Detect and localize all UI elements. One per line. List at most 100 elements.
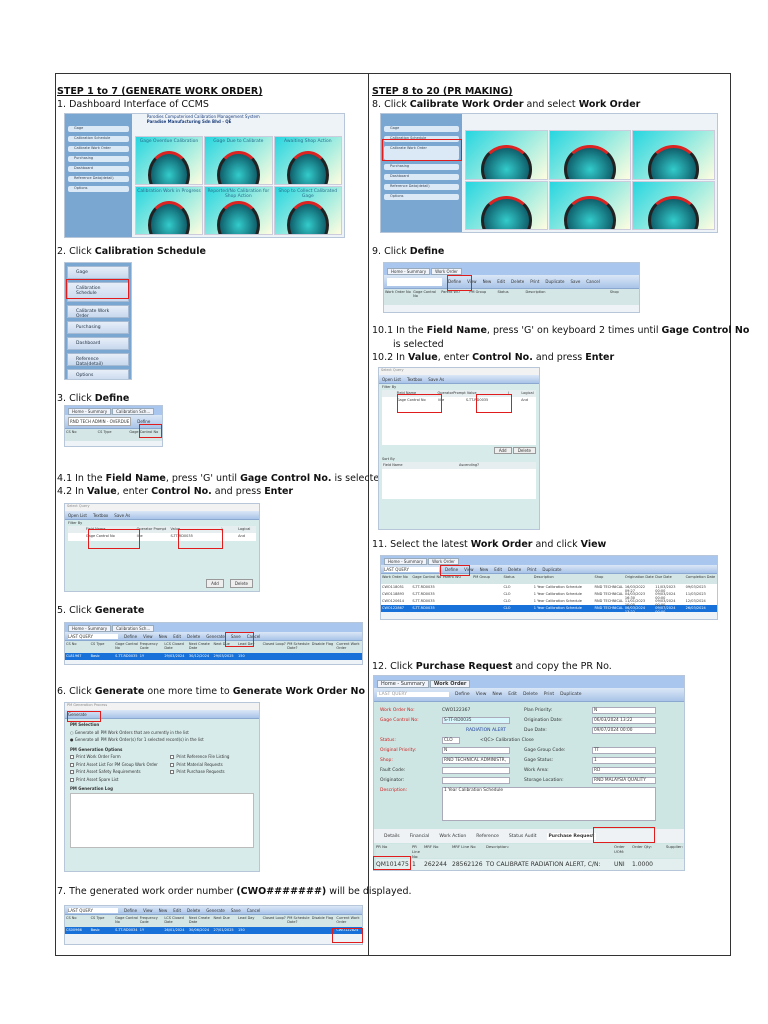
menu-calibrate-work-order[interactable]: Calibrate Work Order [68,146,129,152]
gage-control-input[interactable]: S-TT-RD0035 [442,717,510,724]
menu-reference[interactable]: Reference Data(detail) [68,176,129,182]
gauge-due: Gage Due to Calibrate [204,136,273,185]
menu-gage[interactable]: Gage [68,126,129,132]
menu-gage[interactable]: Gage [67,266,129,279]
gauge-in-progress [465,180,548,230]
add-button[interactable]: Add [206,579,224,588]
table-row[interactable]: CL81967 Basic S-TT-RD0035 1Y 29/03/2024 30/12… [65,653,362,660]
select-query-dialog-2: Select Query Open List Textbox Save As Fil… [378,367,540,530]
menu-gage[interactable]: Gage [384,126,459,132]
checkbox-option[interactable]: Print Work Order Form [70,753,170,761]
add-button[interactable]: Add [493,447,512,454]
gauge-due [548,130,632,180]
step-4-2: 4.2 In Value, enter Control No. and pres… [57,486,294,497]
step-9: 9. Click Define [372,246,445,257]
left-header: STEP 1 to 7 (GENERATE WORK ORDER) [57,86,263,97]
gauge-shop-collect [632,180,715,230]
step-6: 6. Click Generate one more time to Gener… [57,686,365,697]
pm-generation-dialog: PM Generation Process Generate PM Select… [64,702,260,872]
highlight-purchase-request [593,827,655,843]
tab-purchase-request[interactable]: Purchase Request [546,832,597,840]
sidebar-menu: Gage Calibration Schedule Calibrate Work… [65,114,132,237]
step-10-2: 10.2 In Value, enter Control No. and pre… [372,352,615,363]
checkbox-option[interactable]: Print Reference File Listing [170,753,254,761]
menu-purchasing[interactable]: Purchasing [67,321,129,334]
highlight-calibration-schedule [66,279,129,299]
highlight-generate [225,632,254,647]
tab-home[interactable]: Home - Summary [377,680,429,688]
delete-button[interactable]: Delete [229,579,253,588]
dashboard-screenshot-2: Gage Calibration Schedule Calibrate Work… [380,113,718,233]
table-row[interactable]: CWO122867 S-TT-RD0035 CLO 1 Year Calibratio… [381,605,717,614]
step-2: 2. Click Calibration Schedule [57,246,206,257]
menu-dashboard[interactable]: Dashboard [67,337,129,350]
menu-options[interactable]: Options [67,369,129,379]
checkbox-option[interactable]: Print Asset Spare List [70,776,170,784]
highlight-pm-generate [67,711,101,722]
gauge-reported: Reported/No Calibration for Shop Action [204,186,273,235]
table-row[interactable]: CWO118893 S-TT-RD0035 CLO 1 Year Calibratio… [381,591,717,600]
step-5: 5. Click Generate [57,605,145,616]
pm-log-area[interactable] [70,792,254,848]
tab-details[interactable]: Details [384,834,400,839]
step-8: 8. Click Calibrate Work Order and select… [372,99,641,110]
menu-purchasing[interactable]: Purchasing [384,164,459,170]
tab-work-order[interactable]: Work Order [429,680,471,688]
step-12: 12. Click Purchase Request and copy the … [372,661,612,672]
wo-list-screenshot: Home - Summary Work Order LAST QUERY Defin… [380,555,718,620]
step-10-1: 10.1 In the Field Name, press 'G' on key… [372,325,750,336]
highlight-current-wo [332,928,363,943]
highlight-value-2 [476,394,512,413]
table-row[interactable]: CS00966 Basic S-TT-RD0034 1Y 26/01/2024 30/06… [65,927,362,934]
highlight-pr-no [373,856,411,870]
checkbox-option[interactable]: Print Asset List For PM Group Work Order [70,761,170,769]
tab-financial[interactable]: Financial [410,834,430,839]
gauge-awaiting-shop [632,130,715,180]
menu-dashboard[interactable]: Dashboard [68,166,129,172]
generated-wo-screenshot: LAST QUERY Define View New Edit Delete Generat… [64,905,363,945]
dashboard-screenshot: Gage Calibration Schedule Calibrate Work… [64,113,345,238]
table-row[interactable]: CWO118051 S-TT-RD0035 CLO 1 Year Calibratio… [381,584,717,593]
step-1: 1. Dashboard Interface of CCMS [57,99,209,110]
menu-reference[interactable]: Reference Data(detail) [384,184,459,190]
step-10-1-cont: is selected [393,339,444,350]
highlight-field-name [88,529,140,549]
generate-screenshot: Home - Summary Calibration Sch... LAST QU… [64,622,363,665]
app-title: Paradise Manufacturing Sdn Bhd - QE [146,119,232,124]
highlight-value [178,529,223,549]
highlight-view [440,565,470,576]
radio-selected[interactable]: ● Generate all PM Work Order(s) for 1 se… [70,736,254,744]
menu-calibration-schedule[interactable]: Calibration Schedule [68,136,129,142]
menu-purchasing[interactable]: Purchasing [68,156,129,162]
gauge-awaiting-shop: Awaiting Shop Action [273,136,342,185]
gauge-shop-collect: Shop to Collect Calibrated Gage [273,186,342,235]
step-4-1: 4.1 In the Field Name, press 'G' until G… [57,473,386,484]
step-3: 3. Click Define [57,393,130,404]
menu-options[interactable]: Options [384,194,459,200]
highlight-define [139,424,162,438]
tab-work-action[interactable]: Work Action [439,834,466,839]
highlight-calibrate-wo [382,139,462,161]
table-row[interactable]: CWO120614 S-TT-RD0035 CLO 1 Year Calibratio… [381,598,717,607]
menu-options[interactable]: Options [68,186,129,192]
checkbox-option[interactable]: Print Purchase Requests [170,768,254,776]
menu-calibrate-work-order[interactable]: Calibrate Work Order [67,305,129,319]
column-divider [368,73,369,956]
pr-row[interactable]: QM101475 1 262244 28562126 TO CALIBRATE RADI… [376,859,684,870]
menu-reference[interactable]: Reference Data(detail) [67,353,129,367]
step-11: 11. Select the latest Work Order and cli… [372,539,607,550]
highlight-define-2 [447,275,472,291]
highlight-field-name-2 [397,394,442,413]
delete-button[interactable]: Delete [512,447,536,454]
description-field[interactable]: 1 Year Calibration Schedule [442,787,656,821]
checkbox-option[interactable]: Print Asset Safety Requirements [70,768,170,776]
gauge-overdue: Gage Overdue Calibration [134,136,204,185]
right-header: STEP 8 to 20 (PR MAKING) [372,86,513,97]
radio-all[interactable]: ○ Generate all PM Work Orders that are c… [70,729,254,737]
tab-status-audit[interactable]: Status Audit [509,834,537,839]
checkbox-option[interactable]: Print Material Requests [170,761,254,769]
menu-dashboard[interactable]: Dashboard [384,174,459,180]
wo-define-screenshot: Home - Summary Work Order Define View New Ed… [383,262,640,313]
generate-button[interactable]: Generate [206,634,225,639]
tab-reference[interactable]: Reference [476,834,499,839]
